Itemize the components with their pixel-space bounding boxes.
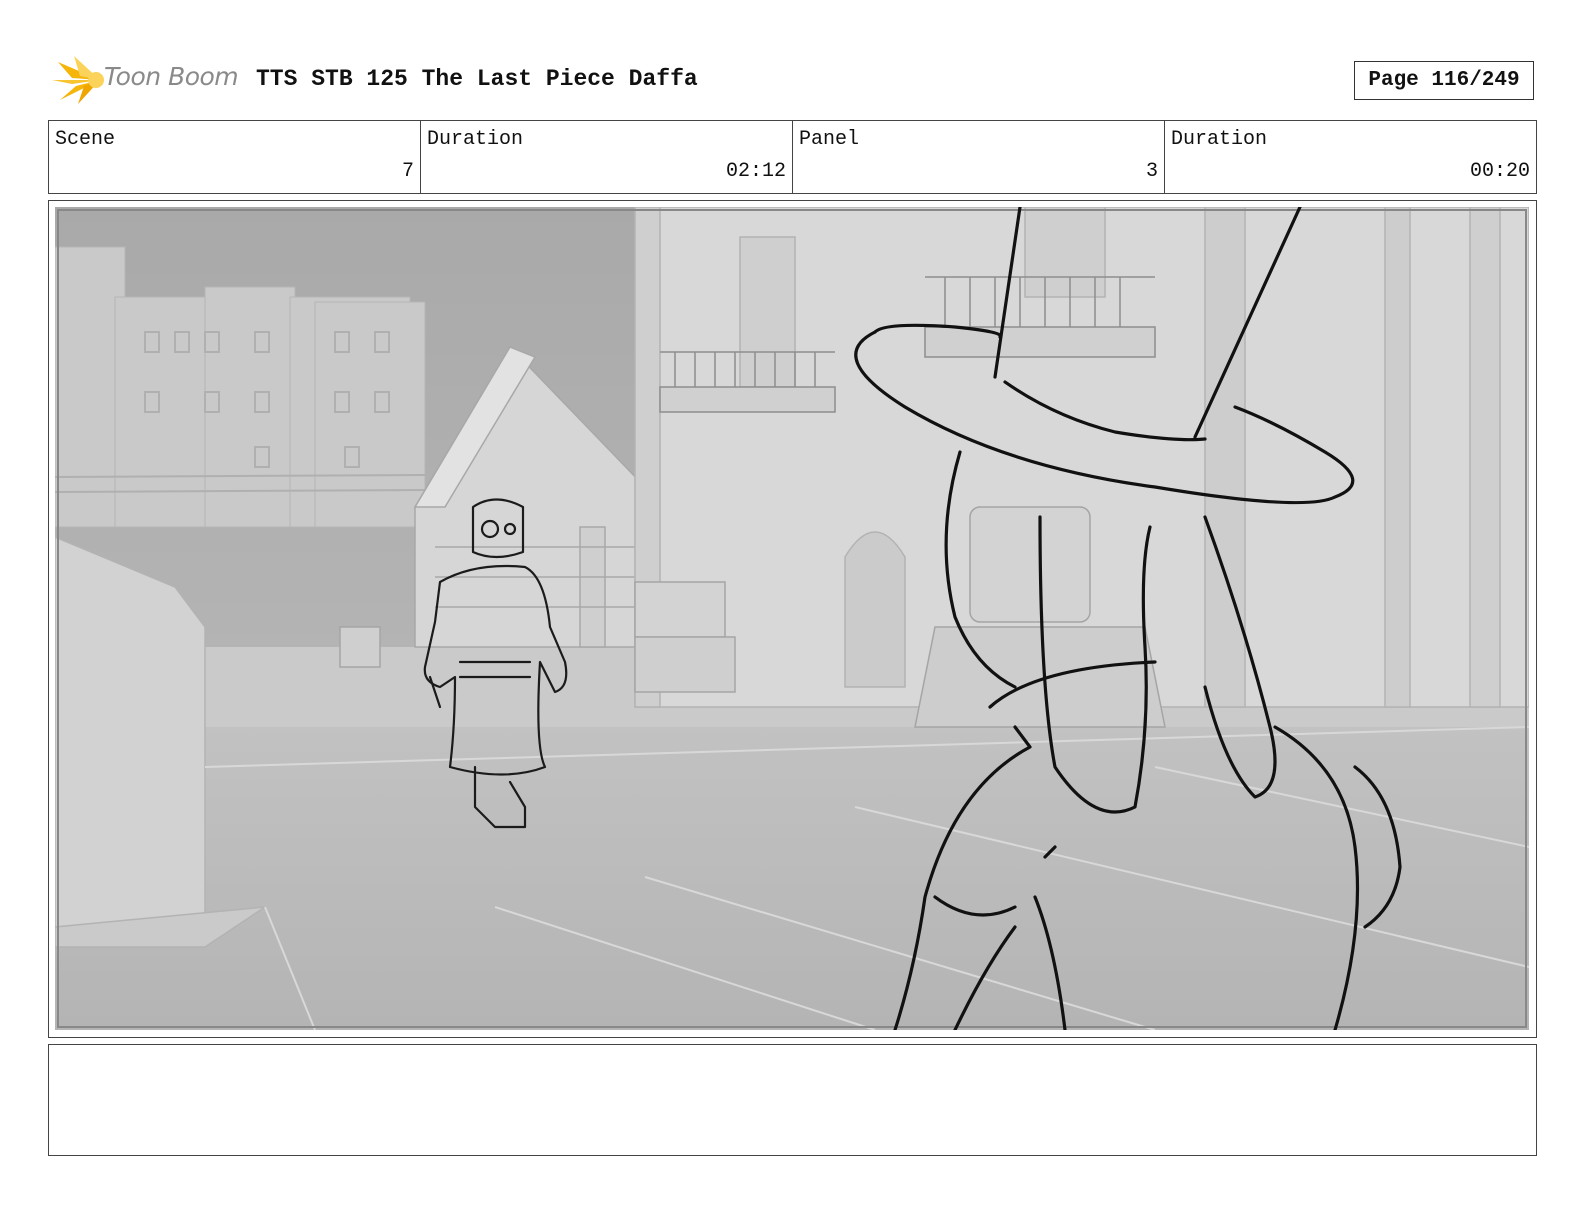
logo-text: Toon Boom bbox=[104, 62, 239, 91]
storyboard-drawing bbox=[55, 207, 1529, 1030]
scene-info-table: Scene 7 Duration 02:12 Panel 3 Duration … bbox=[48, 120, 1537, 194]
page-number-box: Page 116/249 bbox=[1354, 61, 1534, 100]
scene-duration-label: Duration bbox=[427, 128, 524, 151]
scene-cell: Scene 7 bbox=[49, 121, 421, 193]
panel-duration-value: 00:20 bbox=[1469, 160, 1530, 183]
panel-duration-label: Duration bbox=[1171, 128, 1268, 151]
sunburst-icon bbox=[52, 56, 104, 104]
toon-boom-logo: Toon Boom bbox=[50, 54, 240, 106]
panel-label: Panel bbox=[799, 128, 860, 151]
panel-value: 3 bbox=[1145, 160, 1158, 183]
panel-notes-box bbox=[48, 1044, 1537, 1156]
panel-cell: Panel 3 bbox=[793, 121, 1165, 193]
scene-label: Scene bbox=[55, 128, 116, 151]
scene-duration-value: 02:12 bbox=[725, 160, 786, 183]
document-title: TTS STB 125 The Last Piece Daffa bbox=[256, 66, 698, 92]
scene-duration-cell: Duration 02:12 bbox=[421, 121, 793, 193]
scene-value: 7 bbox=[401, 160, 414, 183]
storyboard-panel bbox=[48, 200, 1537, 1038]
panel-duration-cell: Duration 00:20 bbox=[1165, 121, 1536, 193]
